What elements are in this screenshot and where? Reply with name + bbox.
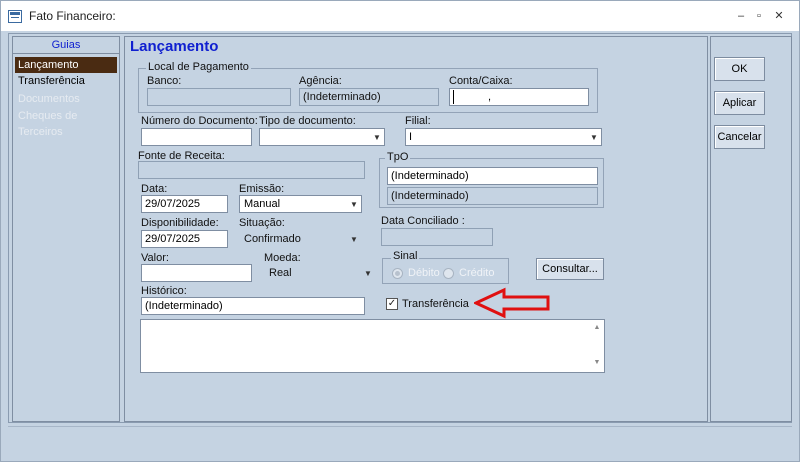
historico-label: Histórico: — [141, 285, 187, 297]
tipo-documento-label: Tipo de documento: — [259, 115, 356, 127]
emissao-select[interactable]: Manual ▼ — [239, 195, 362, 213]
guia-item-documentos: Documentos — [18, 93, 80, 105]
data-conciliado-field — [381, 228, 493, 246]
chevron-down-icon[interactable]: ▼ — [587, 129, 601, 145]
annotation-arrow-icon — [474, 287, 550, 319]
chevron-down-icon[interactable]: ▼ — [370, 129, 384, 145]
numero-documento-field[interactable] — [141, 128, 252, 146]
disponibilidade-field[interactable]: 29/07/2025 — [141, 230, 228, 248]
banco-field — [147, 88, 291, 106]
situacao-select[interactable]: Confirmado ▼ — [239, 230, 362, 248]
tpo-field-1[interactable]: (Indeterminado) — [387, 167, 598, 185]
debito-label: Débito — [408, 267, 440, 279]
page-title: Lançamento — [130, 38, 219, 55]
numero-documento-label: Número do Documento: — [141, 115, 258, 127]
data-field[interactable]: 29/07/2025 — [141, 195, 228, 213]
filial-select[interactable]: I ▼ — [405, 128, 602, 146]
restore-icon[interactable]: ▫ — [752, 9, 766, 23]
data-label: Data: — [141, 183, 168, 195]
conta-caixa-field[interactable]: , — [449, 88, 589, 106]
agencia-label: Agência: — [299, 75, 342, 87]
banco-label: Banco: — [147, 75, 182, 87]
chevron-down-icon[interactable]: ▼ — [347, 231, 361, 247]
credito-label: Crédito — [459, 267, 495, 279]
guia-item-transferencia[interactable]: Transferência — [15, 73, 117, 89]
cancelar-button[interactable]: Cancelar — [714, 125, 765, 149]
tipo-documento-select[interactable]: ▼ — [259, 128, 385, 146]
minimize-icon[interactable]: – — [734, 9, 748, 23]
agencia-field: (Indeterminado) — [299, 88, 439, 106]
status-bar — [8, 426, 792, 454]
scroll-down-icon[interactable]: ▼ — [592, 358, 602, 368]
memo-scrollbar[interactable]: ▲ ▼ — [590, 320, 604, 372]
situacao-value: Confirmado — [244, 233, 301, 245]
chevron-down-icon[interactable]: ▼ — [347, 196, 361, 212]
historico-memo[interactable] — [140, 319, 605, 373]
filial-value: I — [409, 131, 413, 143]
historico-field[interactable]: (Indeterminado) — [141, 297, 365, 315]
transferencia-label: Transferência — [402, 298, 469, 310]
moeda-select[interactable]: Real ▼ — [264, 264, 376, 282]
title-bar: Fato Financeiro: – ▫ ✕ — [1, 1, 799, 31]
aplicar-button[interactable]: Aplicar — [714, 91, 765, 115]
window-title: Fato Financeiro: — [29, 9, 116, 23]
emissao-value: Manual — [244, 198, 281, 210]
moeda-label: Moeda: — [264, 252, 301, 264]
tpo-title: TpO — [385, 151, 411, 163]
text-cursor — [453, 90, 454, 104]
consultar-button[interactable]: Consultar... — [536, 258, 604, 280]
credito-radio — [443, 268, 454, 279]
situacao-label: Situação: — [239, 217, 285, 229]
scroll-up-icon[interactable]: ▲ — [592, 323, 602, 333]
moeda-value: Real — [269, 267, 292, 279]
data-conciliado-label: Data Conciliado : — [381, 215, 465, 227]
sinal-title: Sinal — [391, 250, 420, 262]
debito-radio — [392, 268, 403, 279]
filial-label: Filial: — [405, 115, 431, 127]
valor-label: Valor: — [141, 252, 169, 264]
local-pagamento-title: Local de Pagamento — [146, 61, 251, 73]
fonte-receita-field — [138, 161, 365, 179]
valor-field[interactable] — [141, 264, 252, 282]
guias-header: Guias — [13, 39, 119, 54]
conta-caixa-label: Conta/Caixa: — [449, 75, 513, 87]
transferencia-checkbox[interactable]: ✓ — [386, 298, 398, 310]
guia-item-cheques-terceiros: Cheques de Terceiros — [18, 110, 78, 138]
guia-item-lancamento[interactable]: Lançamento — [15, 57, 117, 73]
tpo-field-2: (Indeterminado) — [387, 187, 598, 205]
guias-panel: Guias Lançamento Transferência Documento… — [12, 36, 120, 422]
window-icon — [8, 10, 22, 23]
close-icon[interactable]: ✕ — [772, 9, 786, 23]
disponibilidade-label: Disponibilidade: — [141, 217, 219, 229]
chevron-down-icon[interactable]: ▼ — [361, 265, 375, 281]
emissao-label: Emissão: — [239, 183, 285, 195]
ok-button[interactable]: OK — [714, 57, 765, 81]
